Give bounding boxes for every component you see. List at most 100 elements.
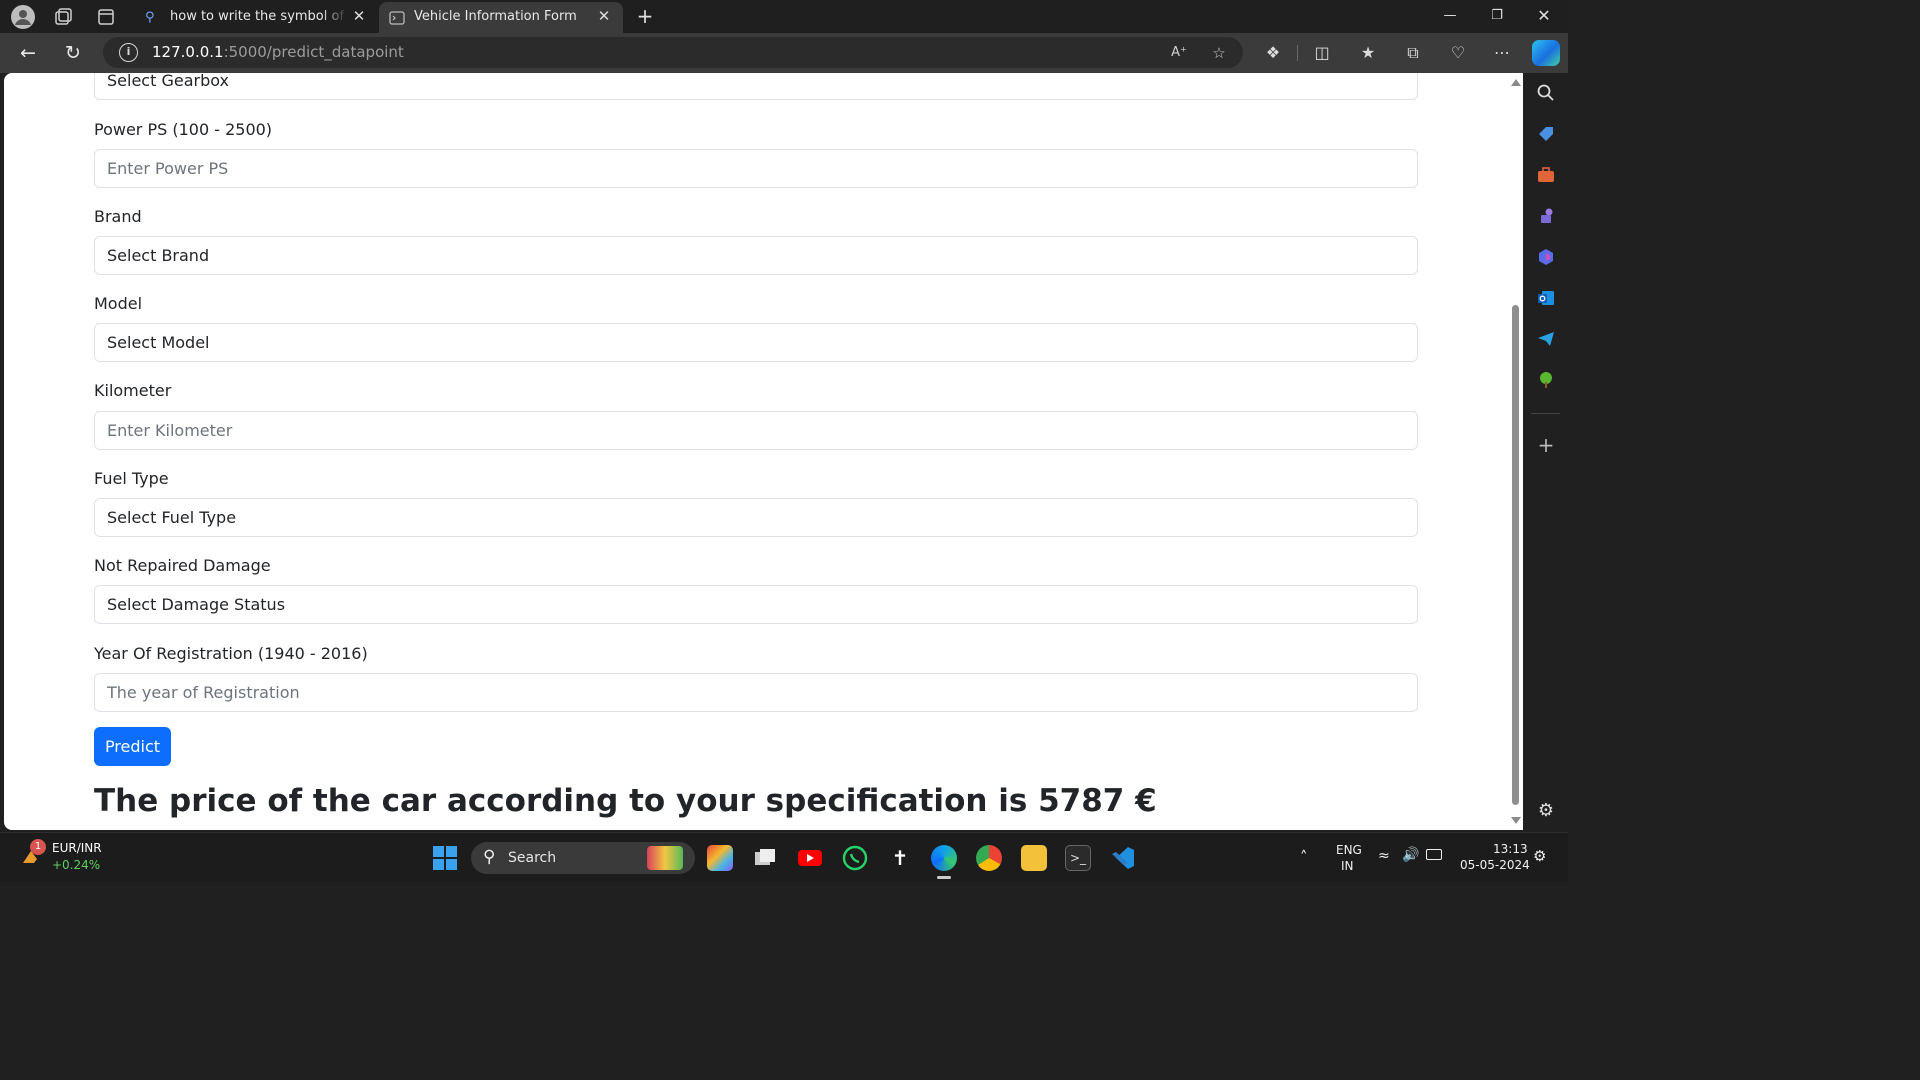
- whatsapp-icon[interactable]: [842, 845, 868, 871]
- more-options-icon[interactable]: ⋯: [1490, 42, 1514, 64]
- brand-label: Brand: [94, 207, 142, 226]
- search-icon: ⚲: [483, 847, 496, 867]
- predict-button[interactable]: Predict: [94, 727, 171, 766]
- sidebar-divider: [1531, 413, 1560, 414]
- runner-app-icon[interactable]: ✝: [887, 845, 913, 871]
- language-top[interactable]: ENG: [1336, 843, 1362, 857]
- language-bottom[interactable]: IN: [1341, 859, 1354, 873]
- scroll-down-arrow-icon[interactable]: [1511, 817, 1521, 824]
- games-chess-icon[interactable]: [1535, 206, 1557, 228]
- read-aloud-icon[interactable]: A⁺: [1168, 42, 1190, 64]
- active-app-indicator: [937, 876, 951, 879]
- favorites-list-icon[interactable]: ★: [1356, 42, 1380, 64]
- gearbox-select[interactable]: Select Gearbox: [94, 73, 1418, 100]
- price-result-heading: The price of the car according to your s…: [94, 783, 1157, 819]
- edge-sidebar: + ⚙: [1523, 73, 1568, 830]
- scroll-up-arrow-icon[interactable]: [1511, 79, 1521, 86]
- power-placeholder: Enter Power PS: [107, 159, 229, 178]
- model-select[interactable]: Select Model: [94, 323, 1418, 362]
- search-favicon-icon: ⚲: [145, 10, 155, 25]
- toolbar-divider: [1297, 45, 1298, 61]
- model-select-value: Select Model: [107, 333, 210, 352]
- search-highlight-icon: [647, 846, 683, 870]
- refresh-icon[interactable]: ↻: [61, 41, 85, 65]
- browser-tab-bar: ⚲ how to write the symbol of euro ✕ Vehi…: [0, 0, 1568, 33]
- scrollbar-thumb[interactable]: [1512, 305, 1519, 805]
- microsoft-365-icon[interactable]: [1535, 247, 1557, 269]
- windows-start-icon[interactable]: [432, 845, 458, 871]
- fuel-type-label: Fuel Type: [94, 469, 169, 488]
- copilot-pre-icon[interactable]: [707, 845, 733, 871]
- task-view-icon[interactable]: [752, 845, 778, 871]
- kilometer-placeholder: Enter Kilometer: [107, 421, 233, 440]
- minimize-icon[interactable]: —: [1438, 5, 1462, 27]
- file-explorer-icon[interactable]: [1021, 845, 1047, 871]
- vscode-icon[interactable]: [1110, 845, 1136, 871]
- fuel-type-select[interactable]: Select Fuel Type: [94, 498, 1418, 537]
- shopping-tag-icon[interactable]: [1535, 124, 1557, 146]
- site-info-icon[interactable]: i: [119, 43, 138, 62]
- add-sidebar-app-plus-icon[interactable]: +: [1535, 434, 1557, 456]
- vertical-tabs-icon[interactable]: [95, 6, 117, 28]
- outlook-icon[interactable]: [1535, 288, 1557, 310]
- back-arrow-icon[interactable]: ←: [16, 41, 40, 65]
- brand-select[interactable]: Select Brand: [94, 236, 1418, 275]
- youtube-icon[interactable]: [797, 845, 823, 871]
- close-tab-icon[interactable]: ✕: [350, 7, 368, 25]
- sidebar-settings-gear-icon[interactable]: ⚙: [1535, 800, 1557, 822]
- copilot-icon[interactable]: [1532, 40, 1560, 66]
- notifications-bell-icon[interactable]: ⚙: [1533, 847, 1546, 865]
- telegram-send-icon[interactable]: [1535, 329, 1557, 351]
- ticker-change: +0.24%: [52, 858, 101, 872]
- model-label: Model: [94, 294, 143, 313]
- tree-plant-icon[interactable]: [1535, 370, 1557, 392]
- weather-widget-icon[interactable]: 1: [20, 839, 46, 869]
- show-hidden-icons-chevron-icon[interactable]: ˄: [1300, 848, 1308, 866]
- battery-icon[interactable]: [1426, 849, 1442, 860]
- year-input[interactable]: The year of Registration: [94, 673, 1418, 712]
- edge-browser-icon[interactable]: [931, 845, 957, 871]
- ticker-name: EUR/INR: [52, 841, 102, 855]
- browser-toolbar: ← ↻ i 127.0.0.1:5000/predict_datapoint A…: [0, 33, 1568, 73]
- profile-avatar-icon[interactable]: [11, 5, 35, 29]
- taskbar-search-box[interactable]: ⚲ Search: [471, 842, 695, 874]
- damage-select-value: Select Damage Status: [107, 595, 286, 614]
- clock-date[interactable]: 05-05-2024: [1460, 858, 1530, 872]
- fuel-type-select-value: Select Fuel Type: [107, 508, 237, 527]
- power-input[interactable]: Enter Power PS: [94, 149, 1418, 188]
- split-screen-icon[interactable]: ◫: [1310, 42, 1334, 64]
- damage-select[interactable]: Select Damage Status: [94, 585, 1418, 624]
- close-window-icon[interactable]: ✕: [1532, 5, 1556, 27]
- power-label: Power PS (100 - 2500): [94, 120, 273, 139]
- restore-icon[interactable]: ❐: [1485, 5, 1509, 27]
- page-favicon-icon: [389, 10, 405, 26]
- tab-title: Vehicle Information Form: [414, 9, 577, 24]
- tab-search-euro[interactable]: ⚲ how to write the symbol of euro ✕: [135, 2, 378, 33]
- volume-icon[interactable]: 🔊: [1402, 847, 1419, 863]
- kilometer-label: Kilometer: [94, 381, 172, 400]
- kilometer-input[interactable]: Enter Kilometer: [94, 411, 1418, 450]
- close-tab-icon[interactable]: ✕: [595, 7, 613, 25]
- year-placeholder: The year of Registration: [107, 683, 300, 702]
- terminal-icon[interactable]: >_: [1065, 845, 1091, 871]
- extensions-icon[interactable]: ❖: [1261, 42, 1285, 64]
- clock-time[interactable]: 13:13: [1493, 842, 1528, 856]
- page-viewport: Select Gearbox Power PS (100 - 2500) Ent…: [4, 73, 1523, 830]
- url-text: 127.0.0.1:5000/predict_datapoint: [152, 43, 404, 61]
- chrome-icon[interactable]: [976, 845, 1002, 871]
- tools-briefcase-icon[interactable]: [1535, 165, 1557, 187]
- page-scrollbar[interactable]: [1508, 73, 1523, 830]
- browser-essentials-icon[interactable]: ♡: [1446, 42, 1470, 64]
- favorite-star-icon[interactable]: ☆: [1208, 42, 1230, 64]
- sidebar-search-icon[interactable]: [1535, 83, 1557, 105]
- windows-taskbar: 1 EUR/INR +0.24% ⚲ Search ✝ >_ ˄ ENG IN …: [0, 832, 1568, 882]
- collections-icon[interactable]: ⧉: [1401, 42, 1425, 64]
- new-tab-plus-icon[interactable]: +: [633, 4, 657, 28]
- year-label: Year Of Registration (1940 - 2016): [94, 644, 368, 663]
- tab-vehicle-form[interactable]: Vehicle Information Form ✕: [379, 2, 623, 33]
- workspaces-icon[interactable]: [52, 6, 74, 28]
- tab-title: how to write the symbol of euro: [170, 9, 348, 24]
- address-bar[interactable]: i 127.0.0.1:5000/predict_datapoint A⁺ ☆: [103, 37, 1243, 68]
- notification-badge: 1: [30, 839, 46, 855]
- wifi-icon[interactable]: ≈: [1378, 848, 1390, 864]
